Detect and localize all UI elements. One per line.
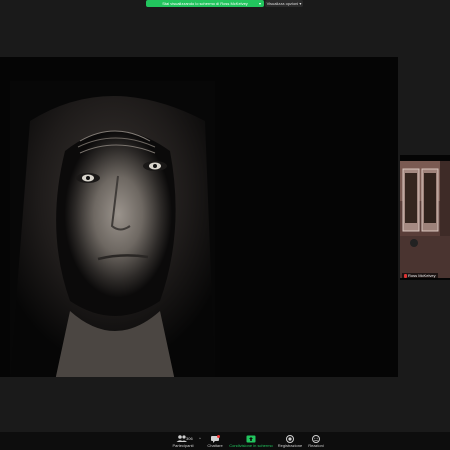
participant-video — [400, 161, 450, 278]
share-status-text: Stai visualizzando lo schermo di Ross Mc… — [162, 1, 248, 6]
record-label: Registrazione — [277, 443, 303, 448]
reactions-button[interactable]: Reazioni — [304, 432, 328, 450]
reactions-label: Reazioni — [308, 443, 324, 448]
chevron-down-icon[interactable]: ▾ — [259, 0, 261, 7]
mic-muted-icon — [404, 273, 407, 278]
chat-notification-dot — [217, 435, 220, 438]
shared-portrait-image — [10, 81, 215, 377]
share-screen-icon — [246, 435, 256, 443]
participant-name: Ross McKelvey — [408, 273, 436, 278]
shared-screen — [0, 57, 398, 377]
chat-label: Chattare — [207, 443, 223, 448]
meeting-toolbar: 306 Partecipanti ^ Chattare Condivisione… — [0, 432, 450, 450]
chat-button[interactable]: Chattare — [203, 432, 227, 450]
view-options-label: Visualizza opzioni — [266, 1, 299, 6]
top-bar: Stai visualizzando lo schermo di Ross Mc… — [0, 0, 450, 8]
viewing-share-banner[interactable]: Stai visualizzando lo schermo di Ross Mc… — [146, 0, 264, 7]
participant-count: 306 — [186, 436, 193, 441]
participants-label: Partecipanti — [172, 443, 194, 448]
participant-name-tag: Ross McKelvey — [402, 273, 438, 279]
view-options-button[interactable]: Visualizza opzioni ▾ — [265, 0, 303, 7]
record-button[interactable]: Registrazione — [276, 432, 304, 450]
record-icon — [286, 435, 294, 443]
smiley-icon — [312, 435, 320, 443]
share-screen-label: Condivisione in schermo — [229, 443, 273, 448]
participants-button[interactable]: 306 Partecipanti — [170, 432, 196, 450]
share-screen-button[interactable]: Condivisione in schermo — [226, 432, 276, 450]
participant-thumbnail[interactable]: Ross McKelvey — [400, 155, 450, 280]
